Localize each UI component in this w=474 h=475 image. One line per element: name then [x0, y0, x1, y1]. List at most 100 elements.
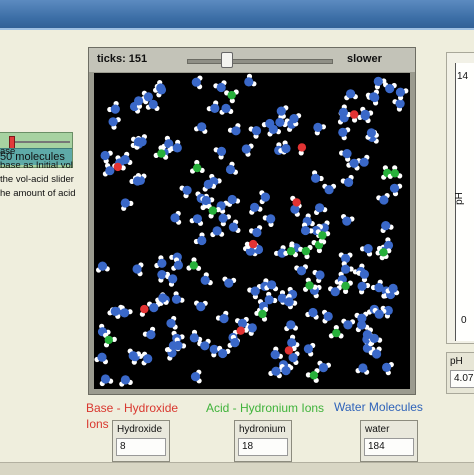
ticks-counter: ticks: 151 [97, 53, 148, 65]
hydronium-monitor-value: 18 [238, 438, 288, 456]
hydronium-oxygen-atom [341, 281, 350, 291]
water-oxygen-atom [359, 157, 369, 167]
water-oxygen-atom [168, 274, 178, 284]
water-oxygen-atom [315, 270, 325, 280]
water-oxygen-atom [97, 261, 108, 271]
water-oxygen-atom [270, 350, 280, 360]
water-oxygen-atom [143, 354, 153, 364]
ph-y-max: 14 [457, 71, 469, 82]
hydronium-oxygen-atom [157, 149, 166, 158]
water-oxygen-atom [268, 124, 278, 134]
water-oxygen-atom [149, 303, 159, 313]
water-oxygen-atom [192, 214, 202, 224]
speed-slider[interactable] [187, 59, 333, 64]
water-oxygen-atom [97, 352, 107, 362]
water-oxygen-atom [315, 203, 325, 213]
water-oxygen-atom [276, 106, 286, 116]
water-oxygen-atom [369, 333, 379, 343]
water-oxygen-atom [250, 286, 260, 296]
water-oxygen-atom [284, 297, 294, 307]
water-oxygen-atom [146, 330, 156, 340]
hydroxide-oxygen-atom [284, 346, 294, 355]
water-oxygen-atom [395, 99, 405, 109]
molecule-world[interactable] [94, 73, 410, 389]
water-oxygen-atom [300, 225, 311, 236]
hydronium-oxygen-atom [227, 91, 236, 100]
water-oxygen-atom [296, 266, 307, 276]
water-oxygen-atom [158, 293, 168, 303]
instruction-line-3: the vol-acid slider [0, 174, 74, 185]
water-oxygen-atom [344, 177, 354, 187]
hydronium-oxygen-atom [318, 231, 327, 240]
hydroxide-monitor-value: 8 [116, 438, 166, 456]
water-oxygen-atom [216, 146, 227, 156]
water-oxygen-atom [281, 366, 291, 376]
water-oxygen-atom [358, 363, 368, 373]
hydronium-oxygen-atom [208, 206, 217, 215]
water-oxygen-atom [271, 366, 281, 376]
legend-water: Water Molecules [334, 400, 423, 414]
water-oxygen-atom [100, 150, 110, 161]
hydronium-oxygen-atom [258, 309, 267, 319]
water-monitor: water 184 [360, 420, 418, 462]
water-oxygen-atom [221, 103, 231, 113]
water-oxygen-atom [157, 258, 167, 268]
water-oxygen-atom [189, 333, 199, 343]
water-oxygen-atom [275, 117, 285, 127]
hydronium-monitor-label: hydronium [239, 424, 286, 435]
window-title-bar [0, 0, 474, 30]
water-monitor-value: 184 [364, 438, 414, 456]
water-oxygen-atom [182, 185, 192, 195]
water-oxygen-atom [210, 103, 220, 113]
ph-plot: 14 0 pH [446, 52, 474, 344]
speed-label: slower [347, 53, 382, 65]
hydronium-oxygen-atom [286, 247, 296, 256]
hydronium-oxygen-atom [332, 328, 341, 338]
hydroxide-oxygen-atom [236, 326, 245, 335]
water-oxygen-atom [227, 194, 237, 205]
water-oxygen-atom [105, 166, 115, 176]
water-oxygen-atom [244, 77, 254, 87]
water-oxygen-atom [132, 264, 142, 274]
hydroxide-oxygen-atom [350, 110, 359, 119]
water-oxygen-atom [308, 307, 318, 318]
water-oxygen-atom [357, 281, 367, 291]
water-oxygen-atom [120, 308, 130, 318]
water-oxygen-atom [173, 260, 183, 270]
water-oxygen-atom [349, 158, 359, 168]
water-monitor-label: water [365, 424, 390, 435]
water-oxygen-atom [360, 111, 370, 121]
hydronium-oxygen-atom [305, 281, 314, 290]
instruction-line-1: ase [0, 146, 16, 157]
water-oxygen-atom [156, 83, 166, 93]
water-oxygen-atom [191, 77, 201, 87]
water-oxygen-atom [218, 348, 228, 359]
instruction-line-4: he amount of acid [0, 188, 76, 199]
water-oxygen-atom [201, 195, 211, 206]
water-oxygen-atom [267, 280, 277, 290]
water-oxygen-atom [134, 96, 144, 106]
water-oxygen-atom [395, 87, 405, 97]
water-oxygen-atom [108, 117, 118, 127]
water-oxygen-atom [225, 164, 236, 175]
water-oxygen-atom [330, 287, 340, 297]
left-control-panel: 50 molecules ase base as Initial vol the… [0, 30, 90, 474]
water-oxygen-atom [212, 226, 222, 236]
water-oxygen-atom [303, 344, 313, 354]
water-oxygen-atom [110, 306, 120, 316]
water-oxygen-atom [359, 269, 369, 279]
water-oxygen-atom [216, 82, 226, 93]
water-oxygen-atom [374, 309, 384, 319]
ph-monitor-value: 4.07 [450, 370, 474, 388]
water-oxygen-atom [287, 338, 297, 348]
speed-slider-thumb[interactable] [220, 52, 233, 68]
water-oxygen-atom [252, 227, 262, 238]
water-oxygen-atom [100, 374, 111, 384]
water-oxygen-atom [231, 126, 241, 136]
hydroxide-oxygen-atom [297, 143, 307, 152]
water-oxygen-atom [372, 349, 382, 359]
water-oxygen-atom [196, 302, 206, 312]
water-oxygen-atom [190, 372, 201, 382]
water-oxygen-atom [357, 320, 367, 330]
water-oxygen-atom [381, 221, 391, 231]
